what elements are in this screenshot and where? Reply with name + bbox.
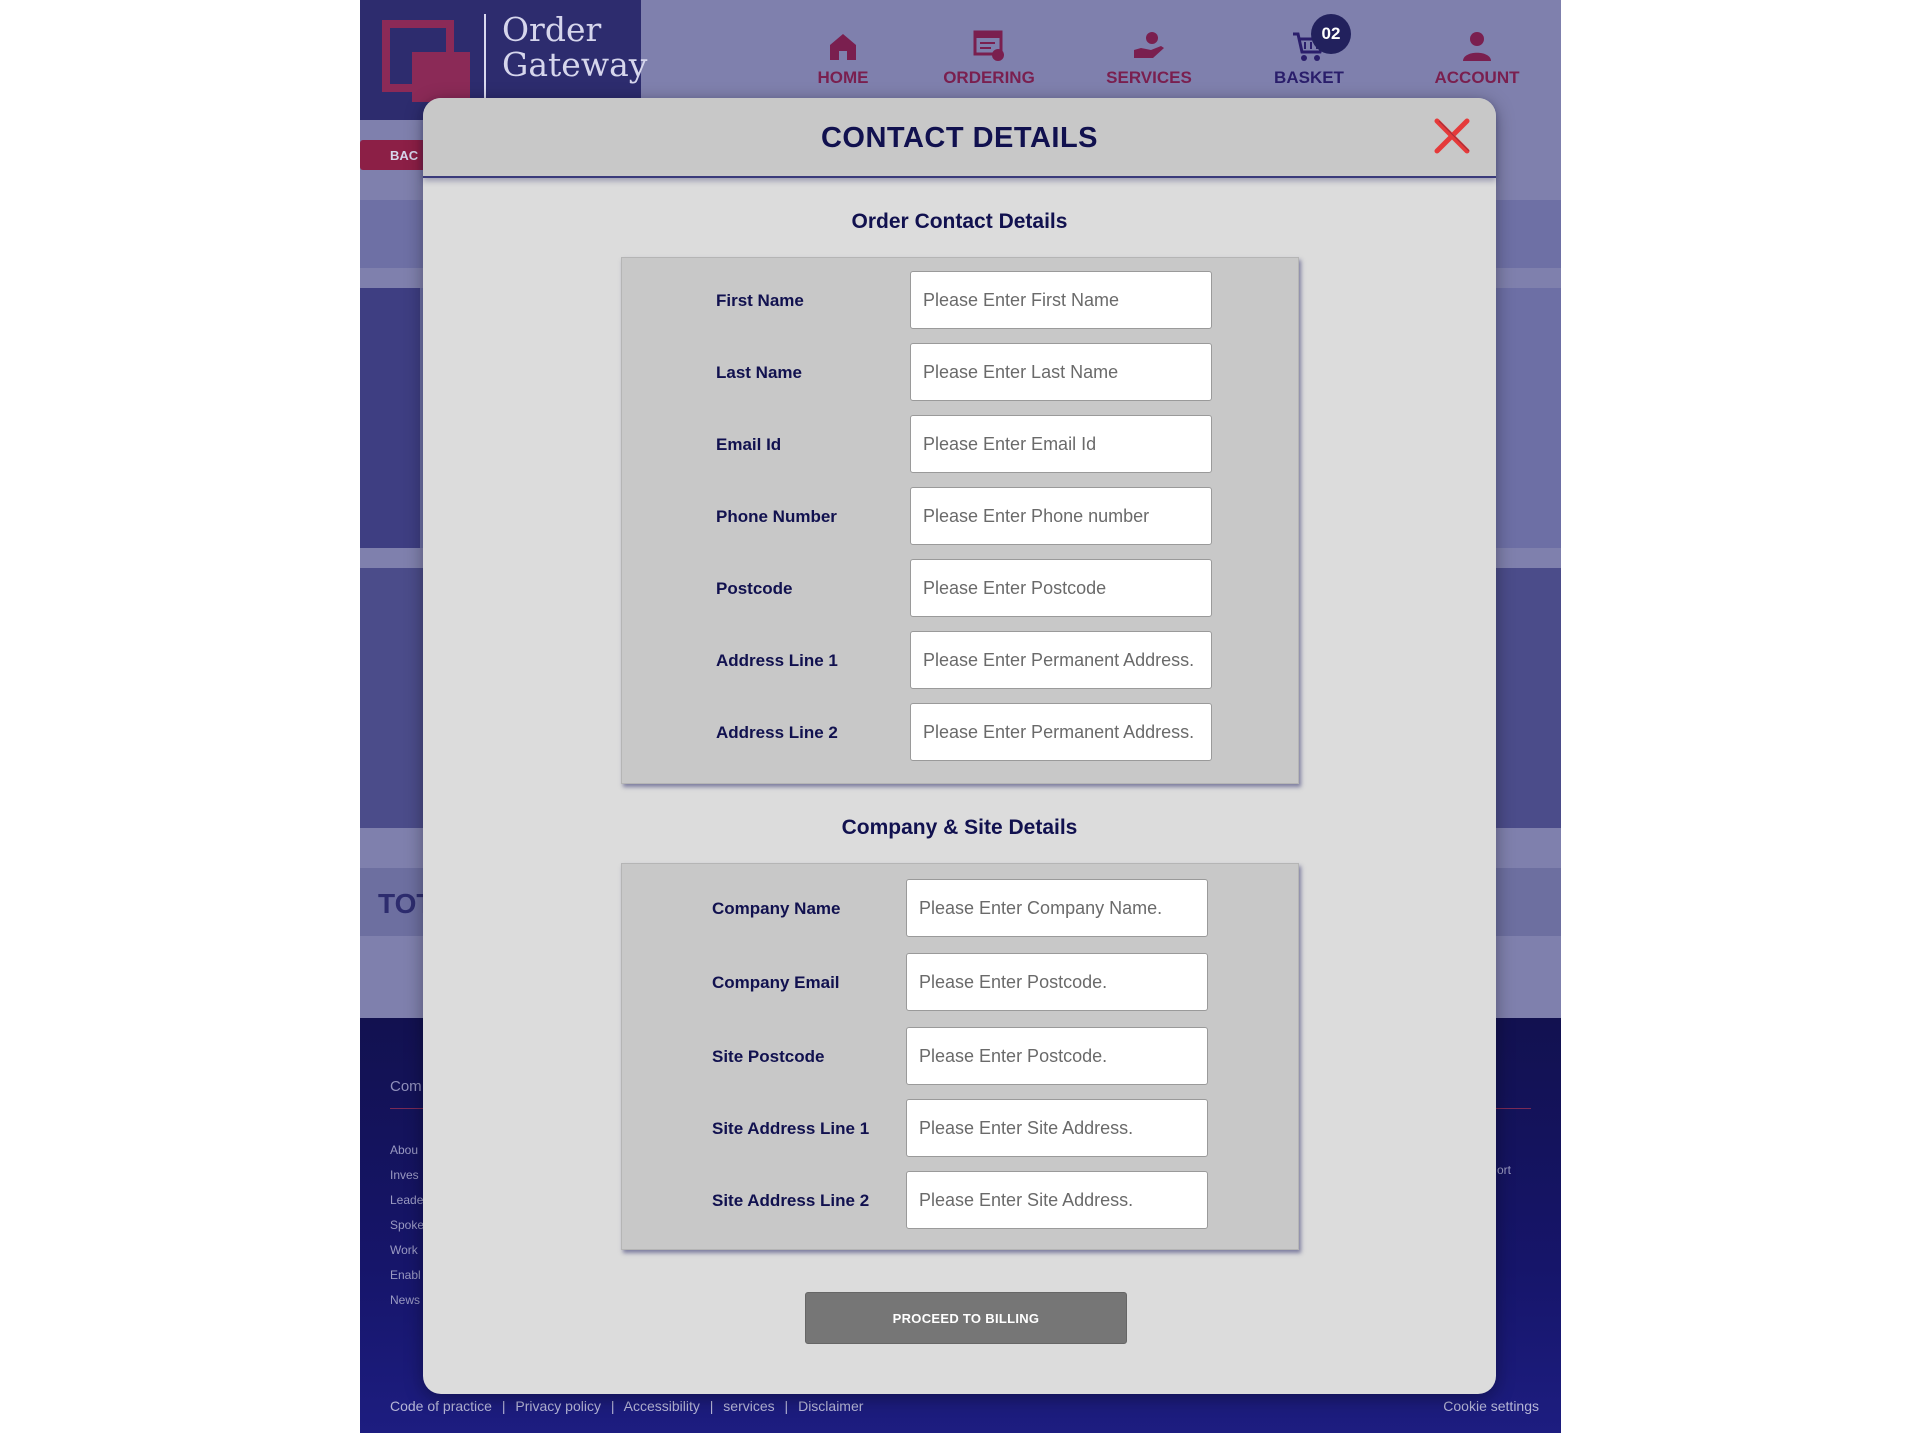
logo-mark-inner — [412, 52, 470, 102]
nav-label-basket: BASKET — [1274, 68, 1344, 87]
footer-link-privacy-policy[interactable]: Privacy policy — [515, 1398, 601, 1414]
form-row-site-postcode: Site Postcode — [622, 1027, 1298, 1085]
order-contact-form: First Name Last Name Email Id Phone Numb… — [621, 257, 1299, 784]
form-row-site-address-line-1: Site Address Line 1 — [622, 1099, 1298, 1157]
nav-label-ordering: ORDERING — [943, 68, 1035, 87]
site-address-line-1-label: Site Address Line 1 — [712, 1119, 870, 1138]
logo-divider — [484, 14, 486, 106]
footer-link[interactable]: Spoke — [390, 1213, 424, 1238]
proceed-to-billing-button[interactable]: PROCEED TO BILLING — [805, 1292, 1127, 1344]
form-row-company-name: Company Name — [622, 879, 1298, 937]
ordering-icon — [973, 30, 1004, 61]
form-row-last-name: Last Name — [622, 343, 1298, 401]
first-name-input[interactable] — [910, 271, 1212, 329]
footer-link-services[interactable]: services — [723, 1398, 774, 1414]
first-name-label: First Name — [716, 291, 804, 310]
footer-link[interactable]: News — [390, 1288, 424, 1313]
phone-label: Phone Number — [716, 507, 837, 526]
postcode-label: Postcode — [716, 579, 793, 598]
site-address-line-1-input[interactable] — [906, 1099, 1208, 1157]
company-site-heading: Company & Site Details — [841, 816, 1078, 839]
order-contact-heading: Order Contact Details — [851, 210, 1068, 233]
nav-item-basket[interactable]: BASKET — [1239, 28, 1379, 88]
form-row-address-line-1: Address Line 1 — [622, 631, 1298, 689]
company-email-input[interactable] — [906, 953, 1208, 1011]
nav-label-home: HOME — [817, 68, 869, 87]
services-icon — [1134, 32, 1164, 58]
form-row-address-line-2: Address Line 2 — [622, 703, 1298, 761]
site-address-line-2-label: Site Address Line 2 — [712, 1191, 870, 1210]
form-row-postcode: Postcode — [622, 559, 1298, 617]
form-row-site-address-line-2: Site Address Line 2 — [622, 1171, 1298, 1229]
footer-links: Abou Inves Leade Spoke Work Enabl News — [390, 1138, 424, 1313]
back-button[interactable]: BAC — [360, 140, 430, 170]
company-name-label: Company Name — [712, 899, 841, 918]
last-name-label: Last Name — [716, 363, 802, 382]
footer-link[interactable]: Abou — [390, 1138, 424, 1163]
postcode-input[interactable] — [910, 559, 1212, 617]
nav-item-ordering[interactable]: ORDERING — [919, 28, 1059, 88]
address-line-2-input[interactable] — [910, 703, 1212, 761]
close-icon[interactable] — [1432, 116, 1472, 156]
phone-input[interactable] — [910, 487, 1212, 545]
site-postcode-input[interactable] — [906, 1027, 1208, 1085]
basket-count-badge: 02 — [1311, 14, 1351, 54]
nav-item-home[interactable]: HOME — [773, 28, 913, 88]
email-input[interactable] — [910, 415, 1212, 473]
company-name-input[interactable] — [906, 879, 1208, 937]
contact-details-modal: CONTACT DETAILS Order Contact Details Fi… — [423, 98, 1496, 1394]
footer-link[interactable]: Inves — [390, 1163, 424, 1188]
company-email-label: Company Email — [712, 973, 840, 992]
email-label: Email Id — [716, 435, 782, 454]
nav-item-account[interactable]: ACCOUNT — [1407, 28, 1547, 88]
brand-name: Order Gateway — [502, 12, 647, 82]
modal-header: CONTACT DETAILS — [423, 98, 1496, 178]
footer-link-disclaimer[interactable]: Disclaimer — [798, 1398, 863, 1414]
form-row-company-email: Company Email — [622, 953, 1298, 1011]
brand-name-line1: Order — [502, 10, 602, 49]
footer-link[interactable]: Enabl — [390, 1263, 424, 1288]
footer-link[interactable]: Leade — [390, 1188, 424, 1213]
footer-link[interactable]: ort — [1497, 1163, 1511, 1177]
form-row-phone: Phone Number — [622, 487, 1298, 545]
address-line-1-input[interactable] — [910, 631, 1212, 689]
form-row-email: Email Id — [622, 415, 1298, 473]
nav-label-services: SERVICES — [1106, 68, 1192, 87]
footer-column-title: Com — [390, 1078, 422, 1095]
footer-link-accessibility[interactable]: Accessibility — [624, 1398, 700, 1414]
footer-link-code-of-practice[interactable]: Code of practice — [390, 1398, 492, 1414]
address-line-2-label: Address Line 2 — [716, 723, 838, 742]
modal-title: CONTACT DETAILS — [820, 122, 1099, 154]
nav-item-services[interactable]: SERVICES — [1079, 28, 1219, 88]
footer-bottom-links: Code of practice | Privacy policy | Acce… — [390, 1398, 864, 1414]
site-address-line-2-input[interactable] — [906, 1171, 1208, 1229]
address-line-1-label: Address Line 1 — [716, 651, 838, 670]
form-row-first-name: First Name — [622, 271, 1298, 329]
last-name-input[interactable] — [910, 343, 1212, 401]
brand-name-line2: Gateway — [502, 45, 648, 84]
home-icon — [830, 34, 856, 60]
account-icon — [1463, 32, 1491, 61]
cookie-settings-link[interactable]: Cookie settings — [1443, 1398, 1539, 1414]
nav-label-account: ACCOUNT — [1434, 68, 1520, 87]
footer-link[interactable]: Work — [390, 1238, 424, 1263]
site-postcode-label: Site Postcode — [712, 1047, 825, 1066]
company-site-form: Company Name Company Email Site Postcode… — [621, 863, 1299, 1250]
